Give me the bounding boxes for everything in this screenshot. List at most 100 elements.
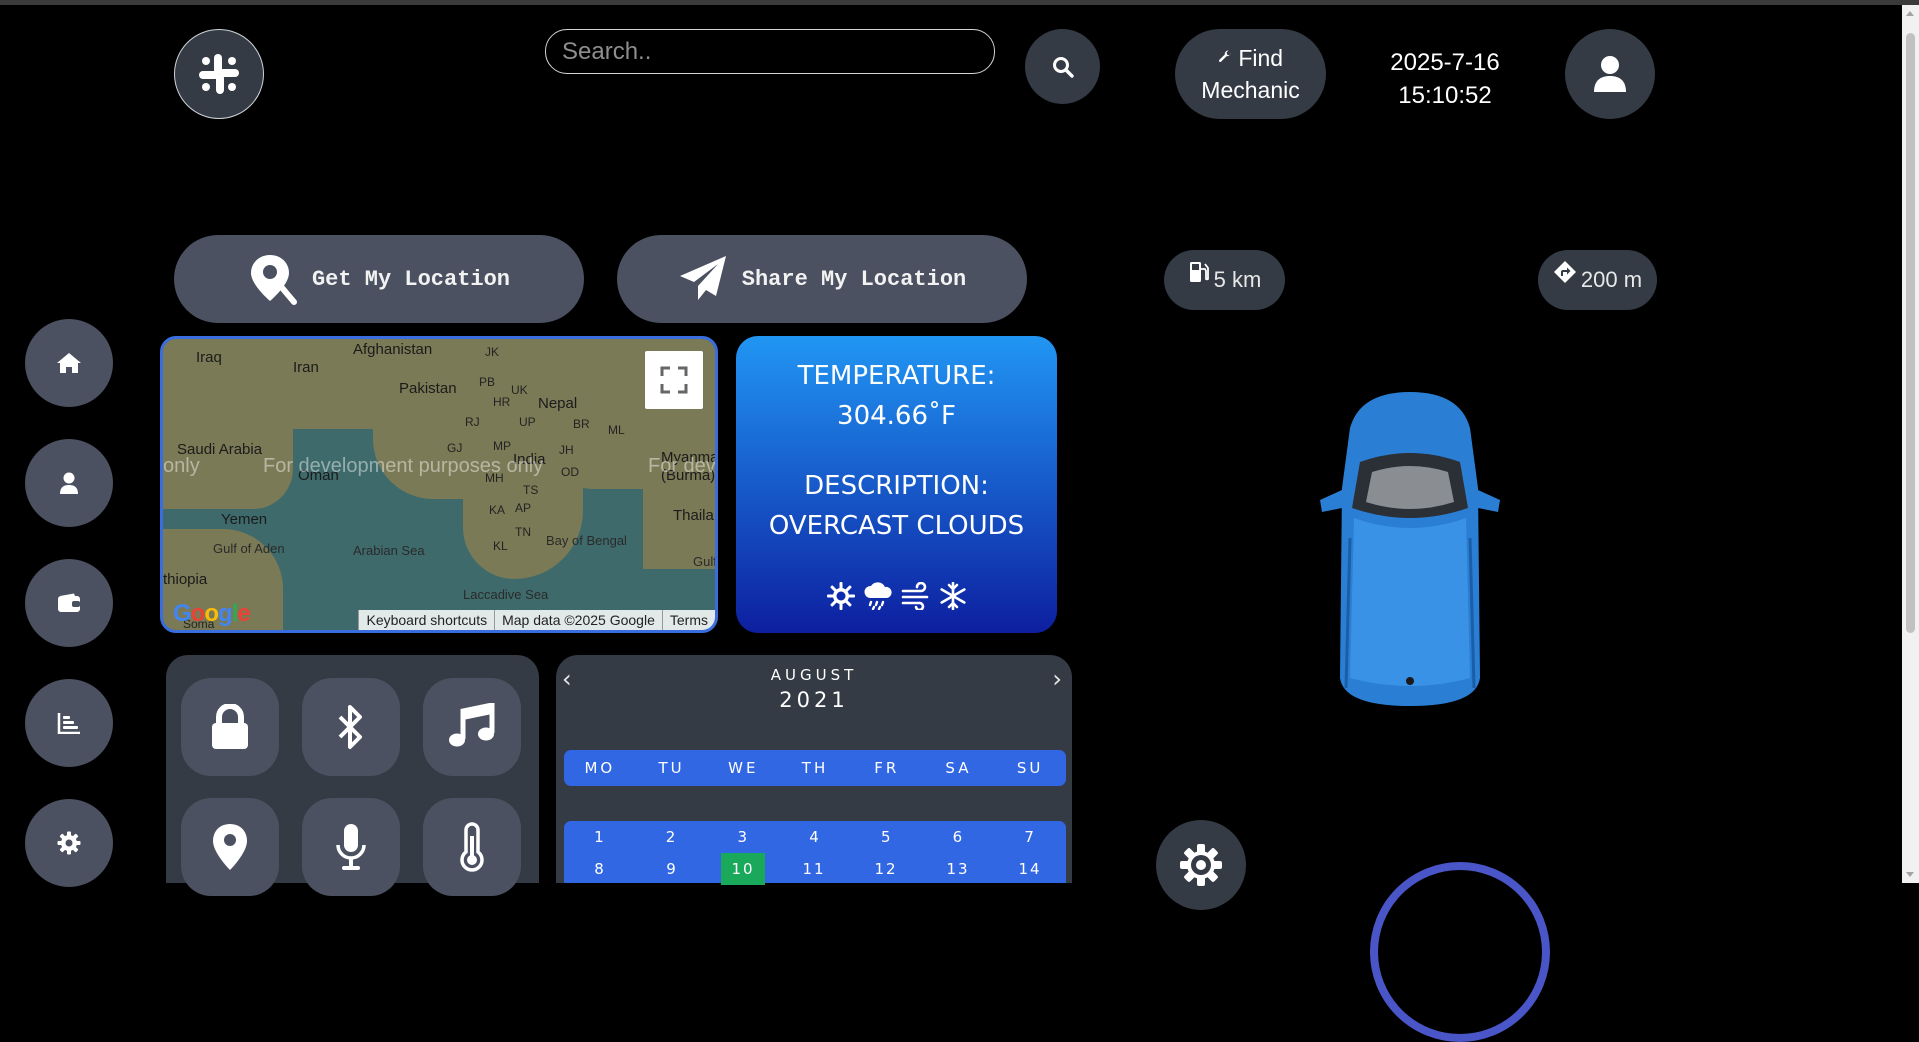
calendar-day[interactable]: 2 [636, 828, 708, 846]
user-icon [1594, 56, 1626, 92]
wallet-icon [58, 593, 80, 612]
map-view[interactable]: Afghanistan Iraq Iran Pakistan Nepal Sau… [160, 336, 718, 633]
lock-icon [212, 704, 248, 749]
clock-time: 15:10:52 [1398, 82, 1492, 109]
calendar-day[interactable]: 3 [707, 828, 779, 846]
get-my-location-button[interactable]: Get My Location [174, 235, 584, 323]
map-label: PB [479, 375, 496, 389]
vertical-scrollbar[interactable] [1902, 5, 1919, 883]
sidebar-item-stats[interactable] [25, 679, 113, 767]
bluetooth-button[interactable] [302, 678, 400, 776]
weekday-label: SA [945, 759, 972, 777]
lock-button[interactable] [181, 678, 279, 776]
fuel-range-value: 5 km [1213, 267, 1262, 292]
map-label: JK [485, 345, 500, 359]
map-dev-watermark: For dev [648, 455, 716, 477]
paper-plane-icon [679, 256, 726, 300]
sidebar-item-home[interactable] [25, 319, 113, 407]
map-label: ML [608, 423, 625, 437]
map-label: Afghanistan [353, 341, 433, 358]
calendar-day[interactable]: 14 [994, 860, 1066, 878]
fullscreen-icon [660, 366, 688, 394]
scroll-up-icon[interactable] [1906, 11, 1914, 16]
map-label: UK [511, 383, 528, 397]
map-label: Laccadive Sea [463, 587, 549, 602]
fuel-range-badge: 5 km [1164, 250, 1285, 310]
map-label: Arabian Sea [353, 543, 425, 558]
description-label: DESCRIPTION: [804, 471, 989, 501]
vehicle-controls-panel [166, 655, 539, 896]
profile-button[interactable] [1565, 29, 1655, 119]
map-label: TN [515, 525, 531, 539]
map-label: KA [489, 503, 506, 517]
find-mechanic-label-1: Find [1238, 45, 1284, 71]
calendar-day[interactable]: 4 [779, 828, 851, 846]
music-button[interactable] [423, 678, 521, 776]
sidebar-item-wallet[interactable] [25, 559, 113, 647]
sun-icon [826, 582, 855, 610]
next-turn-value: 200 m [1580, 267, 1643, 292]
calendar-day-today[interactable]: 10 [721, 853, 765, 885]
weather-card: TEMPERATURE: 304.66˚F DESCRIPTION: OVERC… [736, 336, 1057, 633]
climate-button[interactable] [423, 798, 521, 896]
sidebar-item-settings[interactable] [25, 799, 113, 887]
map-label: GJ [447, 441, 463, 455]
calendar-day[interactable]: 13 [922, 860, 994, 878]
calendar-day[interactable]: 12 [850, 860, 922, 878]
scroll-down-icon[interactable] [1906, 872, 1914, 877]
calendar-day[interactable]: 6 [923, 828, 995, 846]
map-dev-watermark: For development purposes only [263, 455, 544, 477]
keyboard-shortcuts-link[interactable]: Keyboard shortcuts [358, 610, 494, 630]
music-icon [449, 703, 495, 747]
user-icon [60, 472, 78, 494]
settings-icon [57, 831, 81, 855]
clock-date: 2025-7-16 [1390, 49, 1500, 76]
calendar-days-grid: 1 2 3 4 5 6 7 8 9 10 11 12 13 14 [564, 821, 1066, 885]
weekday-label: MO [584, 759, 616, 777]
calendar-day[interactable]: 5 [851, 828, 923, 846]
map-label: Iran [293, 359, 319, 376]
weather-icons [736, 582, 1057, 610]
chart-icon [57, 713, 80, 734]
weekday-label: FR [874, 759, 900, 777]
sidebar-item-profile[interactable] [25, 439, 113, 527]
map-label: Gulf of Aden [213, 541, 285, 556]
find-mechanic-label-2: Mechanic [1201, 77, 1300, 103]
app-logo-button[interactable] [174, 29, 264, 119]
voice-button[interactable] [302, 798, 400, 896]
terms-link[interactable]: Terms [661, 610, 715, 630]
settings-button[interactable] [1156, 820, 1246, 910]
calendar-year: 2021 [779, 688, 849, 712]
share-my-location-label: Share My Location [741, 266, 967, 292]
turn-right-icon [1553, 261, 1576, 283]
home-icon [57, 353, 81, 373]
temperature-label: TEMPERATURE: [797, 361, 996, 391]
snowflake-icon [939, 582, 966, 610]
map-label: Bay of Bengal [546, 533, 627, 548]
location-button[interactable] [181, 798, 279, 896]
map-label: Pakistan [399, 380, 457, 397]
calendar-day[interactable]: 1 [564, 828, 636, 846]
speed-gauge [1370, 862, 1550, 1042]
calendar-day[interactable]: 11 [778, 860, 850, 878]
wrench-icon [1218, 50, 1231, 63]
search-input[interactable] [545, 29, 995, 74]
description-value: OVERCAST CLOUDS [768, 511, 1025, 541]
map-label: JH [559, 443, 574, 457]
map-label: HR [493, 395, 511, 409]
scrollbar-thumb[interactable] [1906, 33, 1915, 633]
search-button[interactable] [1025, 29, 1100, 104]
map-label: thiopia [163, 571, 208, 588]
temperature-value: 304.66˚F [837, 401, 956, 431]
calendar-week: 8 9 10 11 12 13 14 [564, 853, 1066, 885]
share-my-location-button[interactable]: Share My Location [617, 235, 1027, 323]
map-fullscreen-button[interactable] [645, 351, 703, 409]
rain-cloud-icon [863, 582, 892, 610]
map-label: MP [493, 439, 511, 453]
fuel-pump-icon [1189, 262, 1209, 282]
calendar-day[interactable]: 8 [564, 860, 636, 878]
calendar-day[interactable]: 7 [994, 828, 1066, 846]
find-mechanic-button[interactable]: Find Mechanic [1175, 29, 1326, 119]
calendar-day[interactable]: 9 [636, 860, 708, 878]
location-search-icon [250, 255, 297, 305]
